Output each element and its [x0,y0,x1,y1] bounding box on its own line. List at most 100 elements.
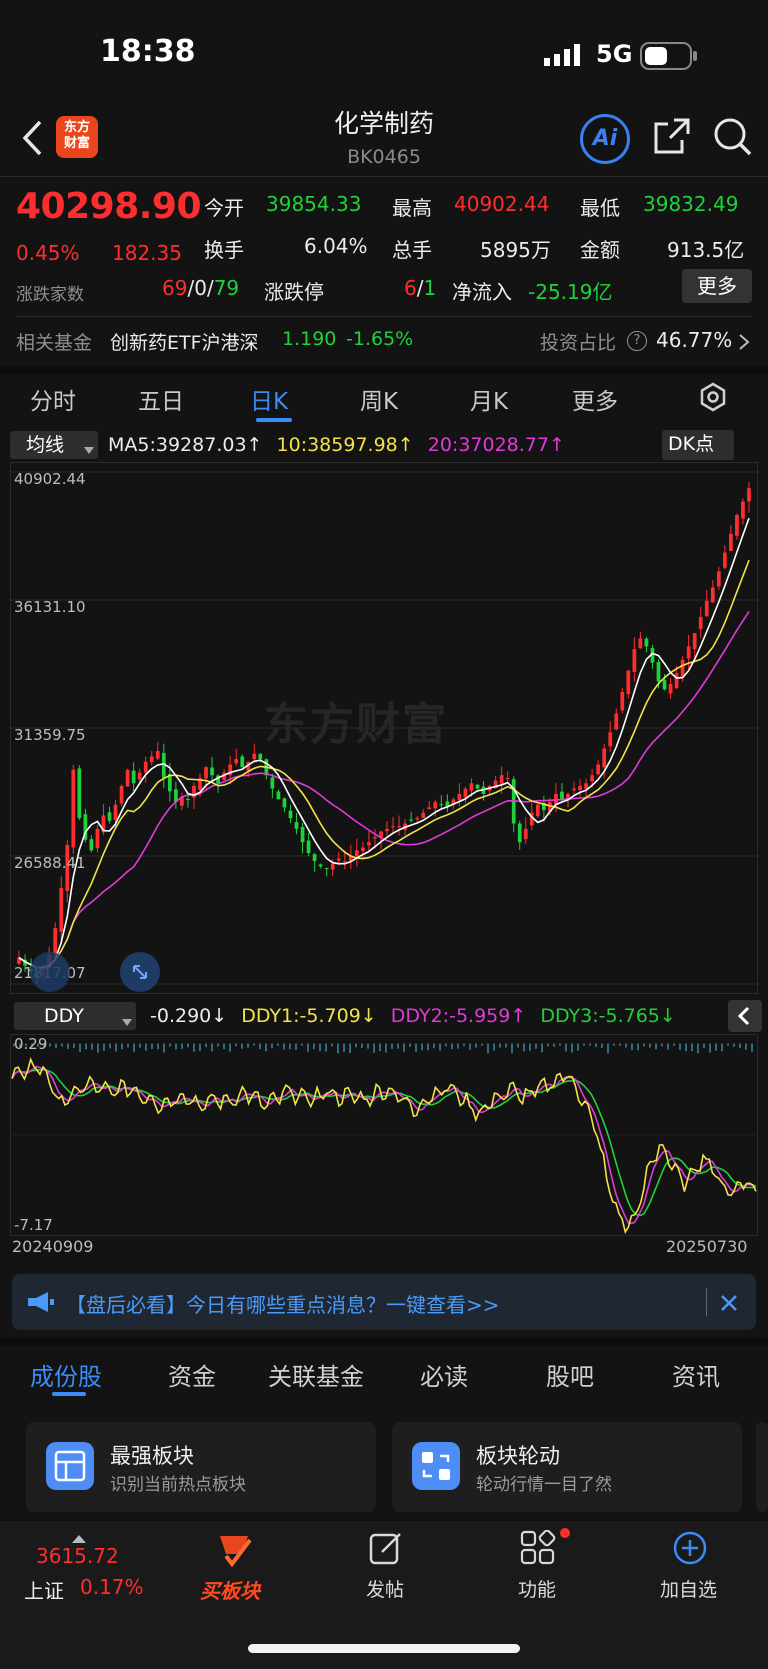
buy-sector-icon[interactable] [212,1530,256,1574]
tab-more[interactable]: 更多 [572,382,618,416]
tab-news[interactable]: 资讯 [672,1357,720,1392]
breadth-values: 69/0/79 [162,276,240,300]
collapse-icon[interactable] [728,1000,762,1032]
more-button[interactable]: 更多 [682,269,752,303]
netflow-label: 净流入 [452,280,512,304]
candle [288,810,293,819]
candle [367,842,371,846]
sub-y-tick-top: 0.29 [14,1035,48,1053]
tab-constituents[interactable]: 成份股 [30,1357,102,1392]
tab-five-day[interactable]: 五日 [138,382,184,416]
active-tab-indicator [256,418,292,422]
candle [457,793,462,801]
limit-down-count: 1 [423,276,437,300]
post-icon[interactable] [368,1530,404,1570]
limit-values: 6/1 [404,276,437,300]
index-pct[interactable]: 0.17% [80,1575,144,1599]
add-watchlist-label[interactable]: 加自选 [660,1575,717,1602]
index-value[interactable]: 3615.72 [36,1544,119,1568]
candle [560,791,564,800]
candle [415,818,420,820]
battery-icon [640,42,698,74]
card-title: 最强板块 [110,1444,194,1468]
candle [125,769,130,787]
ma-values: MA5:39287.03↑ 10:38597.98↑ 20:37028.77↑ [108,434,565,456]
change-pct: 0.45% [16,241,80,265]
banner-text[interactable]: 【盘后必看】今日有哪些重点消息？一键查看>> [66,1289,500,1318]
settings-icon[interactable] [698,382,728,416]
sector-rotation-icon [412,1442,460,1490]
netflow-value: -25.19亿 [528,280,613,304]
buy-sector-label[interactable]: 买板块 [200,1575,260,1604]
y-tick-label: 40902.44 [14,470,86,488]
candle [590,775,595,782]
help-icon[interactable]: ? [627,331,647,351]
section-gap [0,366,768,374]
dropdown-icon [84,440,94,459]
tab-weekly-k[interactable]: 周K [360,382,398,416]
limit-up-count: 6 [404,276,417,300]
candle [632,649,637,672]
home-indicator [248,1644,520,1653]
candle [439,804,444,806]
ddy2-line [11,1065,757,1225]
tab-funds-flow[interactable]: 资金 [168,1357,216,1392]
change-value: 182.35 [112,241,182,265]
candle [149,756,154,763]
chevron-right-icon[interactable] [738,333,750,355]
add-watchlist-icon[interactable] [672,1530,708,1570]
candle [433,802,438,809]
candle [59,887,64,932]
divider [706,1288,707,1316]
search-icon[interactable] [712,116,754,162]
tab-forum[interactable]: 股吧 [546,1357,594,1392]
candle [234,759,239,764]
candle [674,673,679,688]
fund-name[interactable]: 创新药ETF沪港深 [110,328,259,355]
share-icon[interactable] [652,116,692,160]
candle [186,798,190,800]
candle [638,638,643,649]
candle [131,770,136,784]
dk-point-button[interactable]: DK点 [662,430,734,460]
candle [336,858,341,861]
post-label[interactable]: 发帖 [366,1575,404,1602]
candle [668,683,673,694]
crosshair-icon[interactable] [30,952,70,992]
flat-count: 0 [194,276,207,300]
candle [89,839,94,851]
candle [722,552,727,568]
candle [644,638,649,647]
fund-label: 相关基金 [16,332,93,354]
tab-intraday[interactable]: 分时 [30,382,76,416]
index-name[interactable]: 上证 [24,1575,64,1604]
candle [306,840,311,854]
functions-icon[interactable] [520,1529,556,1570]
tab-daily-k[interactable]: 日K [250,382,288,416]
indicator-selector[interactable]: DDY [14,1002,136,1030]
functions-label[interactable]: 功能 [518,1575,556,1602]
tab-monthly-k[interactable]: 月K [470,382,508,416]
tab-related-funds[interactable]: 关联基金 [268,1357,364,1392]
fund-pct: -1.65% [346,328,414,350]
amount-label: 金额 [580,238,620,262]
fund-price: 1.190 [282,328,337,350]
ddy-chart[interactable] [10,1034,758,1236]
candle [602,748,607,768]
candle [210,767,214,776]
expand-chart-icon[interactable] [120,952,160,992]
candle [137,772,142,780]
ai-button[interactable]: Ai [580,114,630,164]
ma5-value: MA5:39287.03 [108,434,247,456]
ma20-value: 20:37028.77 [427,434,549,456]
candle [656,661,661,682]
tab-must-read[interactable]: 必读 [420,1357,468,1392]
candle [409,819,414,821]
open-value: 39854.33 [266,192,362,216]
candle [729,533,733,552]
candle [385,828,389,832]
candle [620,692,625,711]
card-title: 板块轮动 [476,1444,560,1468]
close-icon[interactable] [720,1294,738,1316]
candle [517,823,522,843]
